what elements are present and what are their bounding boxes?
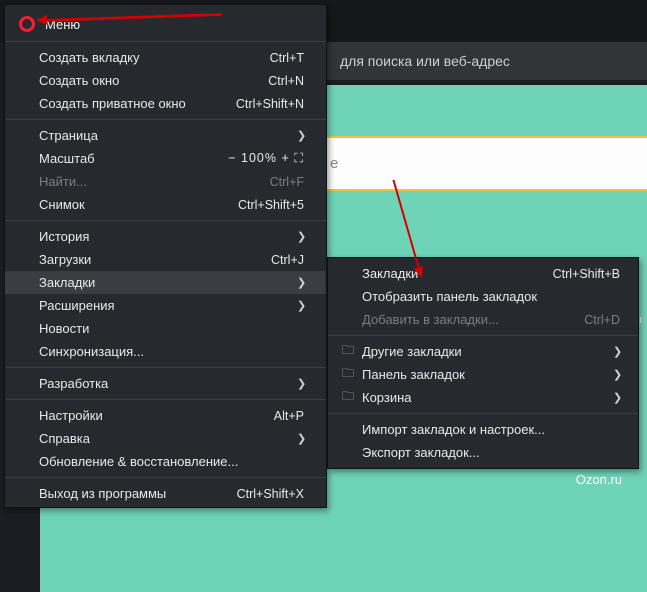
menu-new-tab[interactable]: Создать вкладкуCtrl+T: [5, 46, 326, 69]
menu-new-private-window[interactable]: Создать приватное окноCtrl+Shift+N: [5, 92, 326, 115]
menu-snapshot[interactable]: СнимокCtrl+Shift+5: [5, 193, 326, 216]
submenu-bookmarks[interactable]: ЗакладкиCtrl+Shift+B: [328, 262, 638, 285]
menu-page[interactable]: Страница❯: [5, 124, 326, 147]
folder-icon: 🗀: [342, 364, 362, 385]
main-menu: Меню Создать вкладкуCtrl+T Создать окноC…: [4, 4, 327, 508]
submenu-export-bookmarks[interactable]: Экспорт закладок...: [328, 441, 638, 464]
chevron-right-icon: ❯: [297, 432, 304, 445]
chevron-right-icon: ❯: [297, 377, 304, 390]
chevron-right-icon: ❯: [613, 345, 620, 358]
menu-header: Меню: [5, 11, 326, 37]
menu-downloads[interactable]: ЗагрузкиCtrl+J: [5, 248, 326, 271]
chevron-right-icon: ❯: [297, 129, 304, 142]
menu-history[interactable]: История❯: [5, 225, 326, 248]
menu-extensions[interactable]: Расширения❯: [5, 294, 326, 317]
menu-bookmarks[interactable]: Закладки❯: [5, 271, 326, 294]
submenu-bookmarks-bar[interactable]: 🗀Панель закладок❯: [328, 363, 638, 386]
menu-new-window[interactable]: Создать окноCtrl+N: [5, 69, 326, 92]
menu-update-recovery[interactable]: Обновление & восстановление...: [5, 450, 326, 473]
menu-news[interactable]: Новости: [5, 317, 326, 340]
menu-developer[interactable]: Разработка❯: [5, 372, 326, 395]
folder-icon: 🗀: [342, 341, 362, 362]
submenu-add-bookmark: Добавить в закладки...Ctrl+D: [328, 308, 638, 331]
submenu-show-bookmarks-bar[interactable]: Отобразить панель закладок: [328, 285, 638, 308]
submenu-trash[interactable]: 🗀Корзина❯: [328, 386, 638, 409]
chevron-right-icon: ❯: [297, 276, 304, 289]
submenu-other-bookmarks[interactable]: 🗀Другие закладки❯: [328, 340, 638, 363]
menu-find: Найти...Ctrl+F: [5, 170, 326, 193]
menu-sync[interactable]: Синхронизация...: [5, 340, 326, 363]
menu-help[interactable]: Справка❯: [5, 427, 326, 450]
chevron-right-icon: ❯: [297, 299, 304, 312]
bookmarks-submenu: ЗакладкиCtrl+Shift+B Отобразить панель з…: [327, 257, 639, 469]
menu-settings[interactable]: НастройкиAlt+P: [5, 404, 326, 427]
tile-caption-ozon: Ozon.ru: [576, 472, 622, 487]
opera-icon: [19, 16, 35, 32]
chevron-right-icon: ❯: [297, 230, 304, 243]
address-placeholder-fragment: для поиска или веб-адрес: [340, 53, 510, 69]
folder-icon: 🗀: [342, 387, 362, 408]
submenu-import-bookmarks[interactable]: Импорт закладок и настроек...: [328, 418, 638, 441]
menu-zoom[interactable]: Масштаб− 100% + ⛶: [5, 147, 326, 170]
chevron-right-icon: ❯: [613, 391, 620, 404]
menu-title: Меню: [45, 17, 80, 32]
zoom-controls[interactable]: − 100% + ⛶: [228, 151, 304, 166]
search-hint-fragment: e: [330, 155, 338, 172]
chevron-right-icon: ❯: [613, 368, 620, 381]
menu-exit[interactable]: Выход из программыCtrl+Shift+X: [5, 482, 326, 505]
